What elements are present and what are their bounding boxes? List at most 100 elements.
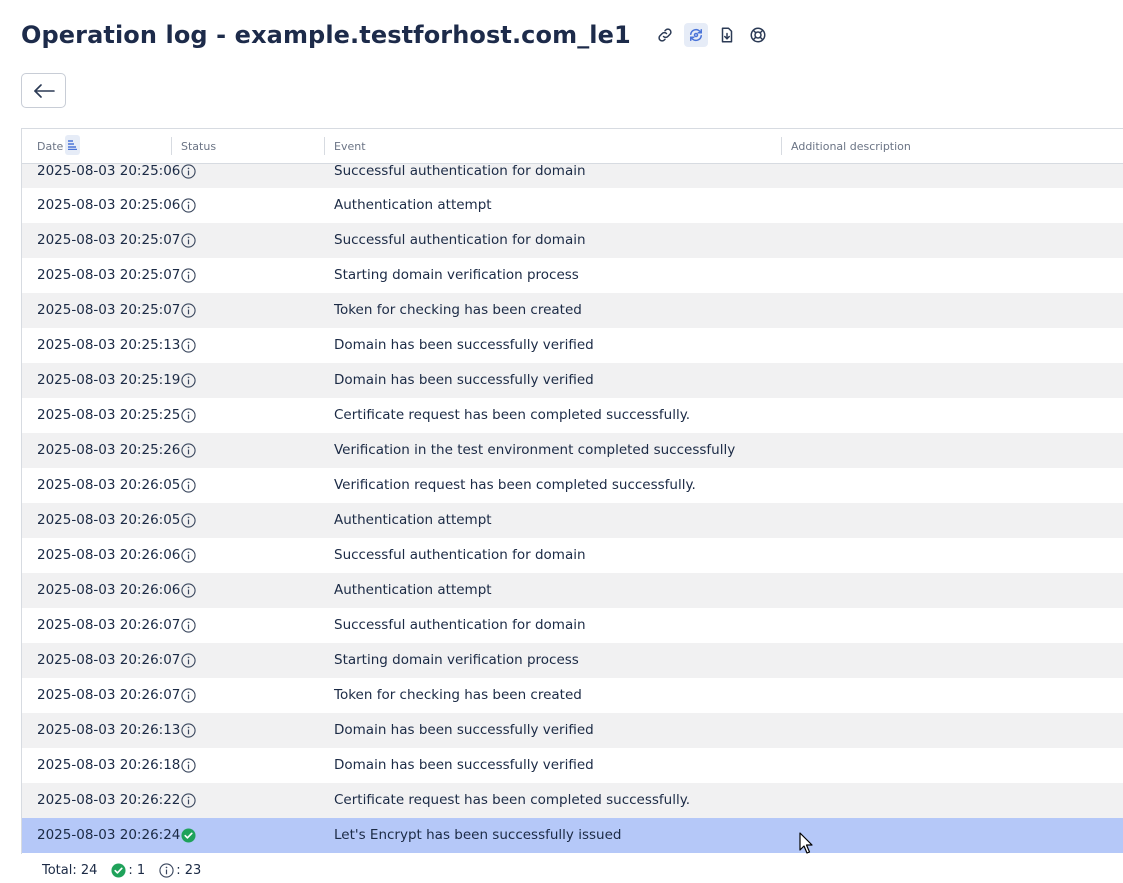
- total-count: Total: 24: [42, 862, 98, 878]
- info-icon: [181, 303, 196, 318]
- column-date[interactable]: Date: [22, 129, 172, 163]
- info-icon: [181, 688, 196, 703]
- row-status: [181, 503, 199, 538]
- row-date: 2025-08-03 20:26:18: [37, 757, 181, 773]
- row-event: Certificate request has been completed s…: [334, 792, 691, 808]
- table-row[interactable]: 2025-08-03 20:25:25 Certificate request h…: [22, 398, 1123, 433]
- sync-icon[interactable]: [683, 23, 708, 47]
- table-row[interactable]: 2025-08-03 20:26:05 Authentication attemp…: [22, 503, 1123, 538]
- row-status: [181, 163, 199, 179]
- row-date: 2025-08-03 20:26:05: [37, 512, 181, 528]
- row-event: Domain has been successfully verified: [334, 337, 594, 353]
- info-icon: [181, 163, 196, 179]
- row-status: [181, 328, 199, 363]
- help-icon[interactable]: [746, 23, 770, 47]
- table-row[interactable]: 2025-08-03 20:26:06 Authentication attemp…: [22, 573, 1123, 608]
- row-date: 2025-08-03 20:25:13: [37, 337, 181, 353]
- row-date: 2025-08-03 20:26:07: [37, 617, 181, 633]
- info-icon: [181, 408, 196, 423]
- table-row[interactable]: 2025-08-03 20:26:06 Successful authentica…: [22, 538, 1123, 573]
- row-date: 2025-08-03 20:26:06: [37, 582, 181, 598]
- row-event: Let's Encrypt has been successfully issu…: [334, 827, 622, 843]
- row-event: Successful authentication for domain: [334, 232, 586, 248]
- info-icon: [181, 618, 196, 633]
- info-icon: [181, 793, 196, 808]
- table-row[interactable]: 2025-08-03 20:26:18 Domain has been succe…: [22, 748, 1123, 783]
- row-event: Domain has been successfully verified: [334, 372, 594, 388]
- row-status: [181, 363, 199, 398]
- table-row[interactable]: 2025-08-03 20:26:05 Verification request …: [22, 468, 1123, 503]
- table-body: 2025-08-03 20:25:06 Successful authentica…: [22, 163, 1123, 853]
- sort-button[interactable]: [65, 135, 80, 155]
- table-row[interactable]: 2025-08-03 20:25:06 Authentication attemp…: [22, 188, 1123, 223]
- table-row[interactable]: 2025-08-03 20:25:07 Starting domain verif…: [22, 258, 1123, 293]
- row-event: Domain has been successfully verified: [334, 757, 594, 773]
- row-event: Token for checking has been created: [334, 687, 582, 703]
- info-icon: [181, 268, 196, 283]
- info-icon: [181, 338, 196, 353]
- info-icon: [181, 373, 196, 388]
- row-event: Successful authentication for domain: [334, 617, 586, 633]
- row-event: Starting domain verification process: [334, 652, 579, 668]
- success-check-icon: [181, 828, 196, 843]
- info-icon: [181, 513, 196, 528]
- link-icon[interactable]: [653, 23, 677, 47]
- table-header: Date Status Event Additional description: [22, 129, 1123, 164]
- download-icon[interactable]: [715, 23, 739, 47]
- info-icon: [181, 478, 196, 493]
- row-date: 2025-08-03 20:25:25: [37, 407, 181, 423]
- title-icons: [653, 23, 777, 47]
- table-row[interactable]: 2025-08-03 20:25:07 Successful authentica…: [22, 223, 1123, 258]
- mouse-cursor-icon: [799, 832, 813, 854]
- row-date: 2025-08-03 20:25:06: [37, 163, 181, 179]
- row-date: 2025-08-03 20:26:13: [37, 722, 181, 738]
- success-check-icon: [111, 862, 126, 878]
- column-status[interactable]: Status: [171, 129, 325, 163]
- info-icon: [181, 653, 196, 668]
- row-status: [181, 293, 199, 328]
- table-row[interactable]: 2025-08-03 20:26:07 Token for checking ha…: [22, 678, 1123, 713]
- table-row[interactable]: 2025-08-03 20:25:06 Successful authentica…: [22, 163, 1123, 188]
- row-date: 2025-08-03 20:25:07: [37, 267, 181, 283]
- row-date: 2025-08-03 20:26:22: [37, 792, 181, 808]
- row-status: [181, 538, 199, 573]
- row-status: [181, 783, 199, 818]
- table-row[interactable]: 2025-08-03 20:25:19 Domain has been succe…: [22, 363, 1123, 398]
- column-description[interactable]: Additional description: [781, 129, 1123, 163]
- row-event: Authentication attempt: [334, 512, 492, 528]
- row-status: [181, 258, 199, 293]
- table-row[interactable]: 2025-08-03 20:26:07 Successful authentica…: [22, 608, 1123, 643]
- arrow-left-icon: [33, 83, 55, 98]
- row-date: 2025-08-03 20:25:26: [37, 442, 181, 458]
- table-row[interactable]: 2025-08-03 20:26:22 Certificate request h…: [22, 783, 1123, 818]
- success-count: : 1: [128, 862, 146, 878]
- info-icon: [181, 723, 196, 738]
- row-event: Verification request has been completed …: [334, 477, 696, 493]
- row-status: [181, 818, 199, 853]
- row-date: 2025-08-03 20:26:24: [37, 827, 181, 843]
- row-status: [181, 398, 199, 433]
- table-row[interactable]: 2025-08-03 20:25:26 Verification in the t…: [22, 433, 1123, 468]
- row-status: [181, 223, 199, 258]
- row-event: Authentication attempt: [334, 582, 492, 598]
- row-status: [181, 468, 199, 503]
- row-event: Starting domain verification process: [334, 267, 579, 283]
- row-status: [181, 713, 199, 748]
- back-button[interactable]: [21, 73, 66, 108]
- row-event: Domain has been successfully verified: [334, 722, 594, 738]
- row-event: Certificate request has been completed s…: [334, 407, 691, 423]
- row-date: 2025-08-03 20:26:07: [37, 687, 181, 703]
- row-event: Authentication attempt: [334, 197, 492, 213]
- info-count: : 23: [176, 862, 202, 878]
- row-status: [181, 608, 199, 643]
- info-icon: [181, 443, 196, 458]
- table-row[interactable]: 2025-08-03 20:25:13 Domain has been succe…: [22, 328, 1123, 363]
- table-row[interactable]: 2025-08-03 20:26:13 Domain has been succe…: [22, 713, 1123, 748]
- row-status: [181, 188, 199, 223]
- row-status: [181, 643, 199, 678]
- table-row[interactable]: 2025-08-03 20:26:24 Let's Encrypt has bee…: [22, 818, 1123, 853]
- table-row[interactable]: 2025-08-03 20:25:07 Token for checking ha…: [22, 293, 1123, 328]
- column-event[interactable]: Event: [324, 129, 782, 163]
- table-row[interactable]: 2025-08-03 20:26:07 Starting domain verif…: [22, 643, 1123, 678]
- row-status: [181, 433, 199, 468]
